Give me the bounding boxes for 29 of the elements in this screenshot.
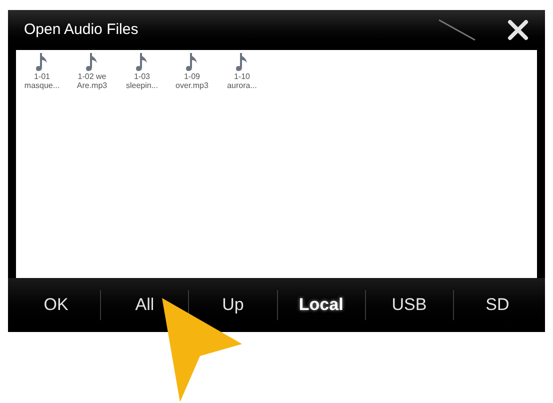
window-title: Open Audio Files xyxy=(24,20,138,40)
file-number: 1-10 xyxy=(234,72,250,81)
audio-file-item[interactable]: 1-09 over.mp3 xyxy=(172,52,212,90)
toolbar-button[interactable]: USB xyxy=(366,283,453,327)
toolbar-button[interactable]: Up xyxy=(189,283,277,327)
music-note-icon xyxy=(35,52,49,72)
file-name: over.mp3 xyxy=(176,81,208,90)
toolbar-button[interactable]: SD xyxy=(454,283,542,327)
file-name: aurora... xyxy=(227,81,257,90)
file-name: sleepin... xyxy=(126,81,158,90)
audio-file-item[interactable]: 1-03 sleepin... xyxy=(122,52,162,90)
music-note-icon xyxy=(135,52,149,72)
gloss-line-icon xyxy=(437,18,477,42)
audio-file-item[interactable]: 1-02 we Are.mp3 xyxy=(72,52,112,90)
toolbar-button[interactable]: OK xyxy=(12,283,100,327)
audio-file-item[interactable]: 1-10 aurora... xyxy=(222,52,262,90)
close-icon[interactable] xyxy=(507,19,529,41)
file-number: 1-09 xyxy=(184,72,200,81)
file-name: Are.mp3 xyxy=(76,81,108,90)
music-note-icon xyxy=(235,52,249,72)
file-number: 1-02 we xyxy=(78,72,106,81)
music-note-icon xyxy=(185,52,199,72)
toolbar-button[interactable]: All xyxy=(101,283,188,327)
music-note-icon xyxy=(85,52,99,72)
file-name: masque... xyxy=(24,81,60,90)
file-number: 1-01 xyxy=(34,72,50,81)
audio-file-item[interactable]: 1-01 masque... xyxy=(22,52,62,90)
toolbar-button[interactable]: Local xyxy=(278,283,365,327)
file-number: 1-03 xyxy=(134,72,150,81)
